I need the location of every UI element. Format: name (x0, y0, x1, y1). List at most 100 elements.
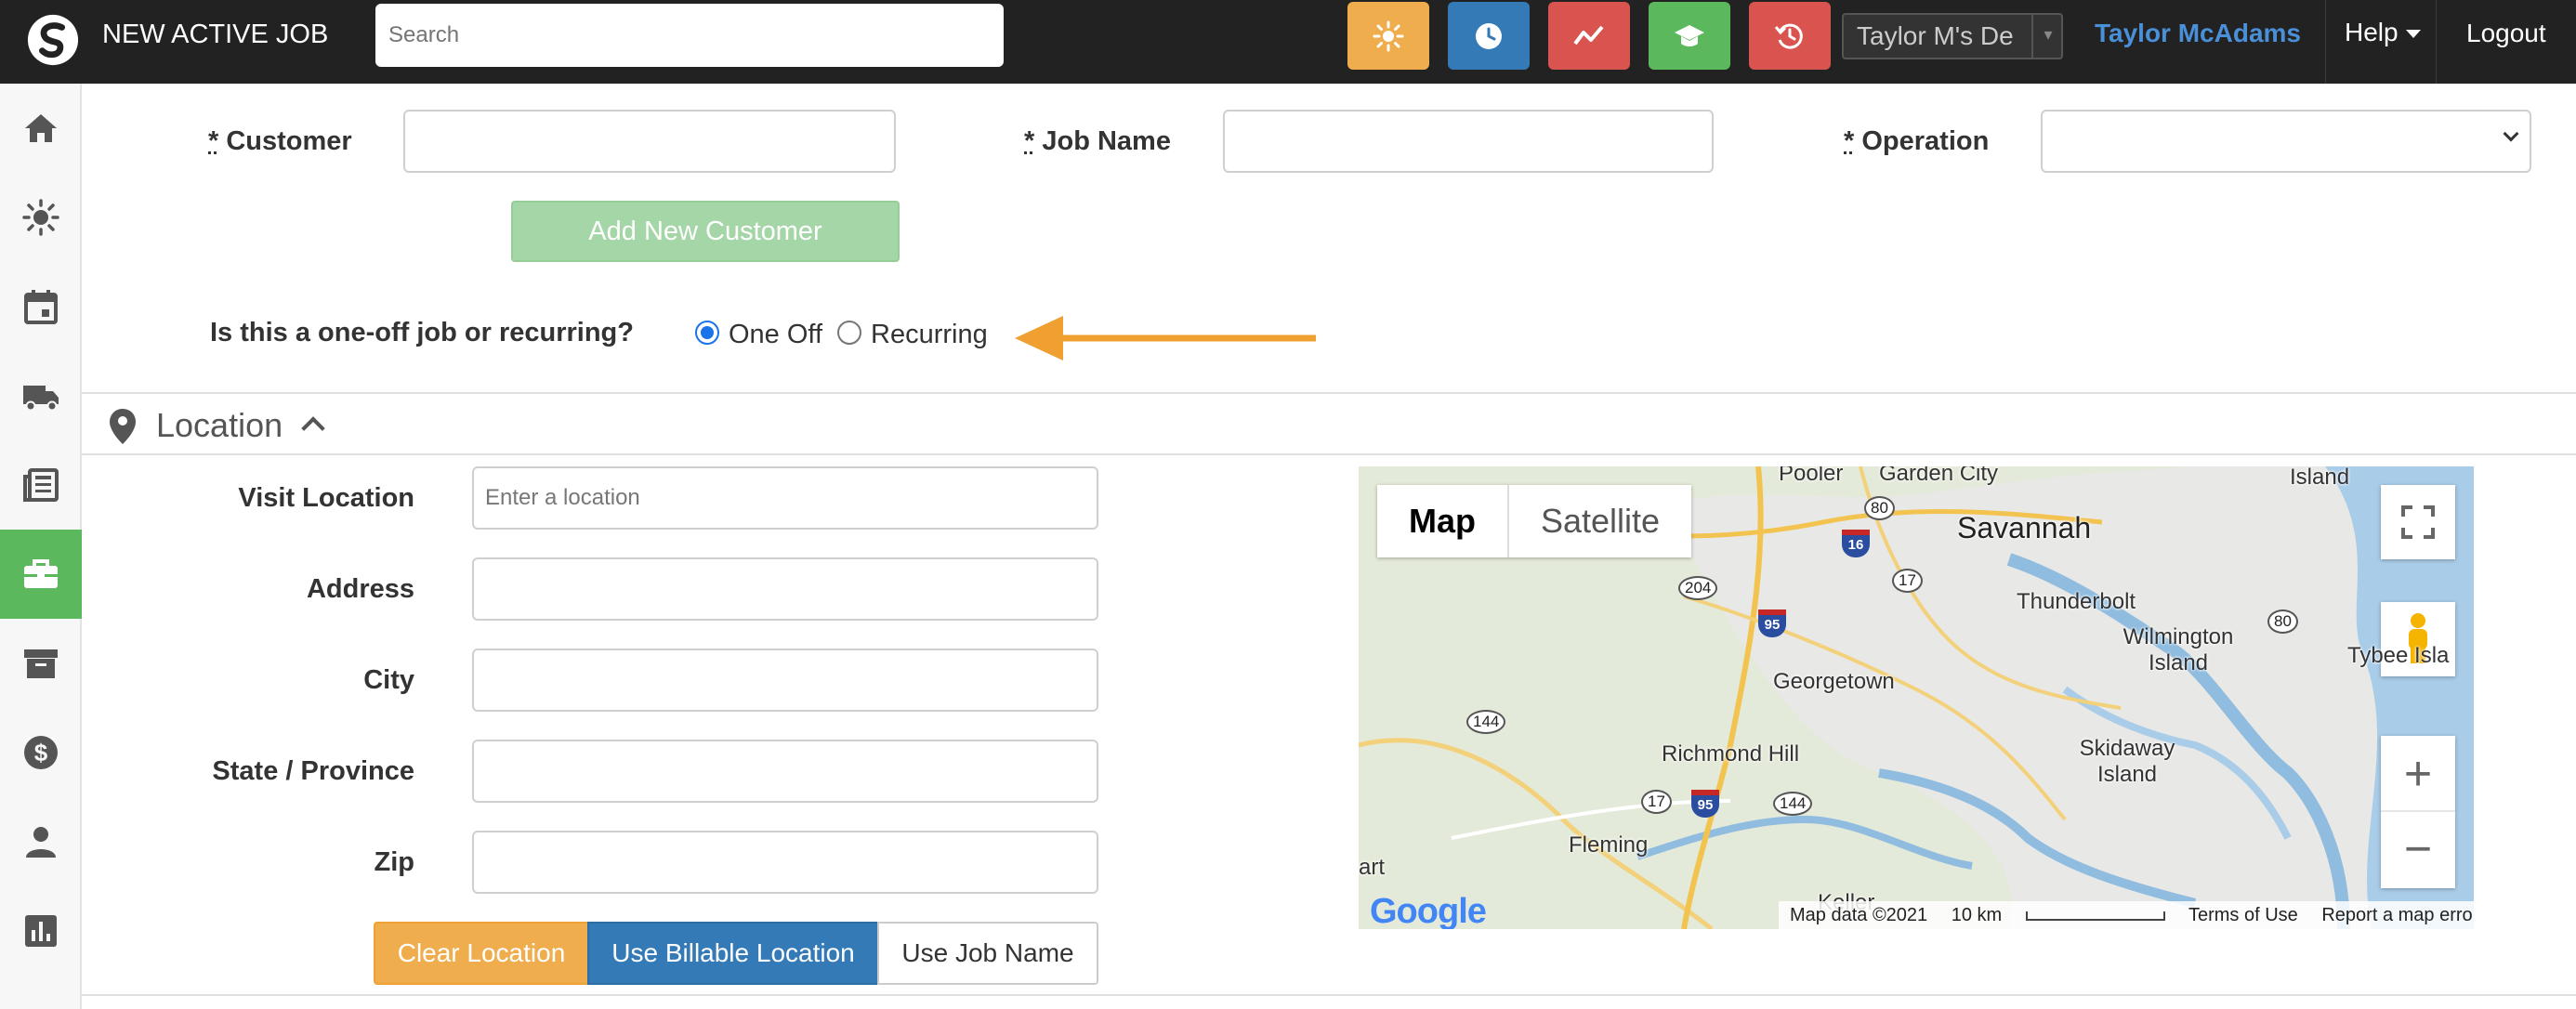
sidebar-item-jobs[interactable] (0, 530, 82, 619)
address-field[interactable] (472, 557, 1098, 621)
main-content: * Customer * Job Name * Operation Add Ne… (82, 84, 2576, 1009)
quick-history-button[interactable] (1749, 2, 1831, 70)
use-job-name-button[interactable]: Use Job Name (877, 922, 1098, 985)
required-marker: * (1844, 126, 1855, 156)
sidebar-item-reports[interactable] (0, 440, 82, 530)
use-billable-location-button[interactable]: Use Billable Location (587, 922, 879, 985)
help-label: Help (2345, 18, 2399, 46)
map-label: Fleming (1569, 832, 1649, 858)
city-label: City (363, 665, 414, 695)
help-menu[interactable]: Help (2325, 0, 2437, 84)
operation-select[interactable] (2041, 110, 2531, 173)
map-label: Island (2290, 466, 2350, 490)
customer-field[interactable] (403, 110, 896, 173)
chevron-down-icon (2503, 125, 2519, 142)
highway-shield: 80 (2267, 609, 2298, 634)
sidebar-item-users[interactable] (0, 797, 82, 886)
sidebar-item-billing[interactable]: $ (0, 708, 82, 797)
history-icon (1774, 23, 1803, 49)
customer-label: * Customer (208, 126, 352, 156)
zip-field[interactable] (472, 831, 1098, 894)
map-scale[interactable]: 10 km (1952, 905, 2002, 925)
map-label: Skidaway Island (2079, 736, 2175, 787)
chevron-up-icon[interactable] (301, 416, 325, 440)
google-logo-text: Google (1370, 892, 1487, 929)
visit-location-input[interactable] (472, 466, 1098, 530)
map-footer: Map data ©2021 10 km Terms of Use Report… (1779, 901, 2474, 929)
quick-trend-button[interactable] (1548, 2, 1630, 70)
search-input[interactable] (375, 4, 1004, 67)
app-title: NEW ACTIVE JOB (102, 20, 329, 49)
sun-icon (1373, 20, 1404, 51)
section-divider (82, 453, 2576, 455)
logo-icon[interactable] (26, 13, 80, 67)
scale-bar (2025, 911, 2165, 921)
sidebar-item-home[interactable] (0, 84, 82, 173)
map-type-toggle[interactable]: Map Satellite (1377, 485, 1692, 557)
recurring-label[interactable]: Recurring (871, 318, 988, 351)
clock-icon (1476, 22, 1502, 49)
required-marker: * (1024, 126, 1035, 156)
highway-shield: 17 (1892, 569, 1923, 593)
caret-down-icon (2405, 30, 2421, 39)
caret-down-icon[interactable]: ▾ (2031, 13, 2063, 59)
company-select[interactable]: Taylor M's De (1842, 13, 2063, 59)
trend-icon (1573, 25, 1604, 45)
briefcase-icon (24, 559, 58, 588)
logout-link[interactable]: Logout (2466, 17, 2546, 50)
highway-shield: 204 (1678, 576, 1718, 600)
sidebar-item-calendar[interactable] (0, 262, 82, 351)
sidebar-item-weather[interactable] (0, 173, 82, 262)
clear-location-button[interactable]: Clear Location (374, 922, 589, 985)
add-new-customer-button[interactable]: Add New Customer (511, 201, 900, 262)
user-icon (26, 827, 56, 858)
one-off-radio[interactable] (695, 321, 719, 345)
report-map-error-link[interactable]: Report a map error (2321, 905, 2474, 925)
map-tab[interactable]: Map (1377, 485, 1509, 557)
map-label: Savannah (1957, 511, 2092, 544)
state-field[interactable] (472, 740, 1098, 803)
state-label: State / Province (212, 756, 414, 786)
zoom-in-button[interactable]: + (2381, 738, 2455, 812)
sidebar-item-analytics[interactable] (0, 886, 82, 976)
job-name-field[interactable] (1223, 110, 1714, 173)
zip-label: Zip (374, 847, 415, 877)
map-label: Richmond Hill (1662, 741, 1800, 767)
recurring-radio[interactable] (837, 321, 861, 345)
map-label: art (1359, 855, 1386, 880)
operation-label: * Operation (1844, 126, 1990, 156)
graduation-cap-icon (1675, 24, 1704, 46)
calendar-icon (24, 290, 58, 324)
interstate-shield: 16 (1842, 530, 1870, 557)
highway-shield: 17 (1641, 790, 1672, 814)
annotation-arrow-icon (1015, 316, 1316, 360)
google-logo[interactable]: Google (1370, 892, 1487, 929)
highway-shield: 80 (1864, 496, 1895, 520)
address-label: Address (306, 574, 414, 604)
visit-location-label: Visit Location (238, 483, 414, 513)
quick-training-button[interactable] (1649, 2, 1730, 70)
sidebar-item-archive[interactable] (0, 619, 82, 708)
newspaper-icon (23, 468, 59, 502)
recurrence-question: Is this a one-off job or recurring? (210, 318, 634, 347)
section-divider (82, 994, 2576, 996)
satellite-tab[interactable]: Satellite (1509, 485, 1691, 557)
quick-sun-button[interactable] (1347, 2, 1429, 70)
location-section-title[interactable]: Location (156, 405, 283, 446)
one-off-label[interactable]: One Off (729, 318, 822, 351)
terms-of-use-link[interactable]: Terms of Use (2188, 905, 2298, 925)
zoom-control: + − (2381, 736, 2455, 888)
section-divider (82, 392, 2576, 394)
quick-clock-button[interactable] (1448, 2, 1530, 70)
map-view[interactable]: Map Satellite + − Pooler Garden City Sav… (1359, 466, 2474, 929)
home-icon (25, 114, 57, 142)
sidebar-item-vehicles[interactable] (0, 351, 82, 440)
interstate-shield: 95 (1758, 609, 1786, 637)
map-label: Pooler (1779, 466, 1844, 486)
zoom-out-button[interactable]: − (2381, 812, 2455, 886)
map-pin-icon (110, 409, 136, 444)
city-field[interactable] (472, 649, 1098, 712)
user-profile-link[interactable]: Taylor McAdams (2095, 17, 2301, 50)
highway-shield: 144 (1466, 710, 1506, 734)
fullscreen-button[interactable] (2381, 485, 2455, 559)
